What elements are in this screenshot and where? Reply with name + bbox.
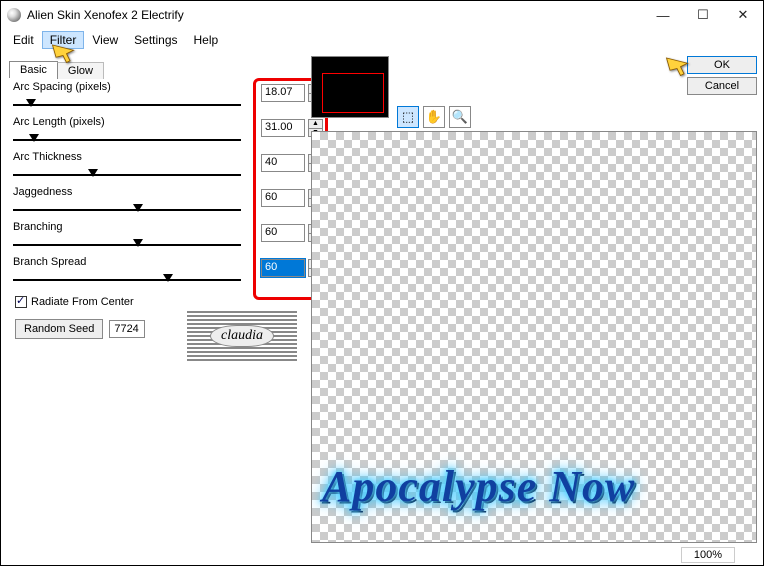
slider-thumb[interactable] [88,169,98,177]
menu-help[interactable]: Help [186,31,227,49]
random-seed-group: Random Seed 7724 [15,319,145,339]
cancel-button[interactable]: Cancel [687,77,757,95]
menu-bar: Edit Filter View Settings Help [1,29,763,51]
slider-track[interactable] [13,139,241,141]
zoom-icon[interactable]: 🔍 [449,106,471,128]
dialog-body: Basic Glow Arc Spacing (pixels)18.07Arc … [1,51,763,565]
preview-area[interactable]: Apocalypse Now [311,131,757,543]
ok-button[interactable]: OK [687,56,757,74]
app-icon [7,8,21,22]
slider-track[interactable] [13,174,241,176]
window-title: Alien Skin Xenofex 2 Electrify [27,8,184,22]
slider-panel: Arc Spacing (pixels)18.07Arc Length (pix… [13,81,313,291]
menu-view[interactable]: View [84,31,126,49]
slider-value-field[interactable]: 60 [261,189,305,207]
app-window: Alien Skin Xenofex 2 Electrify — ☐ ✕ Edi… [0,0,764,566]
slider-value-field[interactable]: 18.07 [261,84,305,102]
menu-filter[interactable]: Filter [42,31,85,49]
tab-basic[interactable]: Basic [9,61,58,78]
slider-value-field[interactable]: 60 [261,224,305,242]
tab-glow[interactable]: Glow [57,62,104,79]
slider-branch-spread: Branch Spread60 [13,256,313,291]
random-seed-field[interactable]: 7724 [109,320,145,338]
zoom-indicator: 100% [681,547,735,563]
tab-strip: Basic Glow [9,61,103,78]
slider-jaggedness: Jaggedness60 [13,186,313,221]
slider-thumb[interactable] [133,239,143,247]
hand-select-icon[interactable]: ⬚ [397,106,419,128]
random-seed-button[interactable]: Random Seed [15,319,103,339]
slider-thumb[interactable] [133,204,143,212]
slider-arc-thickness: Arc Thickness40 [13,151,313,186]
radiate-label: Radiate From Center [31,296,134,308]
close-button[interactable]: ✕ [723,2,763,28]
navigator-rect[interactable] [322,73,384,113]
author-logo: claudia [187,311,297,361]
slider-branching: Branching60 [13,221,313,256]
menu-edit[interactable]: Edit [5,31,42,49]
slider-track[interactable] [13,209,241,211]
menu-settings[interactable]: Settings [126,31,185,49]
check-icon [15,296,27,308]
preview-toolbar: ⬚✋🔍 [397,106,471,128]
slider-thumb[interactable] [26,99,36,107]
slider-value-field[interactable]: 60 [261,259,305,277]
slider-value-field[interactable]: 31.00 [261,119,305,137]
pan-icon[interactable]: ✋ [423,106,445,128]
slider-value-field[interactable]: 40 [261,154,305,172]
maximize-button[interactable]: ☐ [683,2,723,28]
slider-track[interactable] [13,279,241,281]
dialog-buttons: OK Cancel [687,56,757,98]
navigator-thumbnail[interactable] [311,56,389,118]
slider-arc-length-pixels: Arc Length (pixels)31.00 [13,116,313,151]
slider-track[interactable] [13,104,241,106]
author-logo-text: claudia [210,325,274,347]
minimize-button[interactable]: — [643,2,683,28]
slider-track[interactable] [13,244,241,246]
preview-effect-text: Apocalypse Now [322,461,635,512]
slider-thumb[interactable] [163,274,173,282]
radiate-checkbox[interactable]: Radiate From Center [15,296,134,308]
title-bar: Alien Skin Xenofex 2 Electrify — ☐ ✕ [1,1,763,29]
slider-thumb[interactable] [29,134,39,142]
slider-arc-spacing-pixels: Arc Spacing (pixels)18.07 [13,81,313,116]
